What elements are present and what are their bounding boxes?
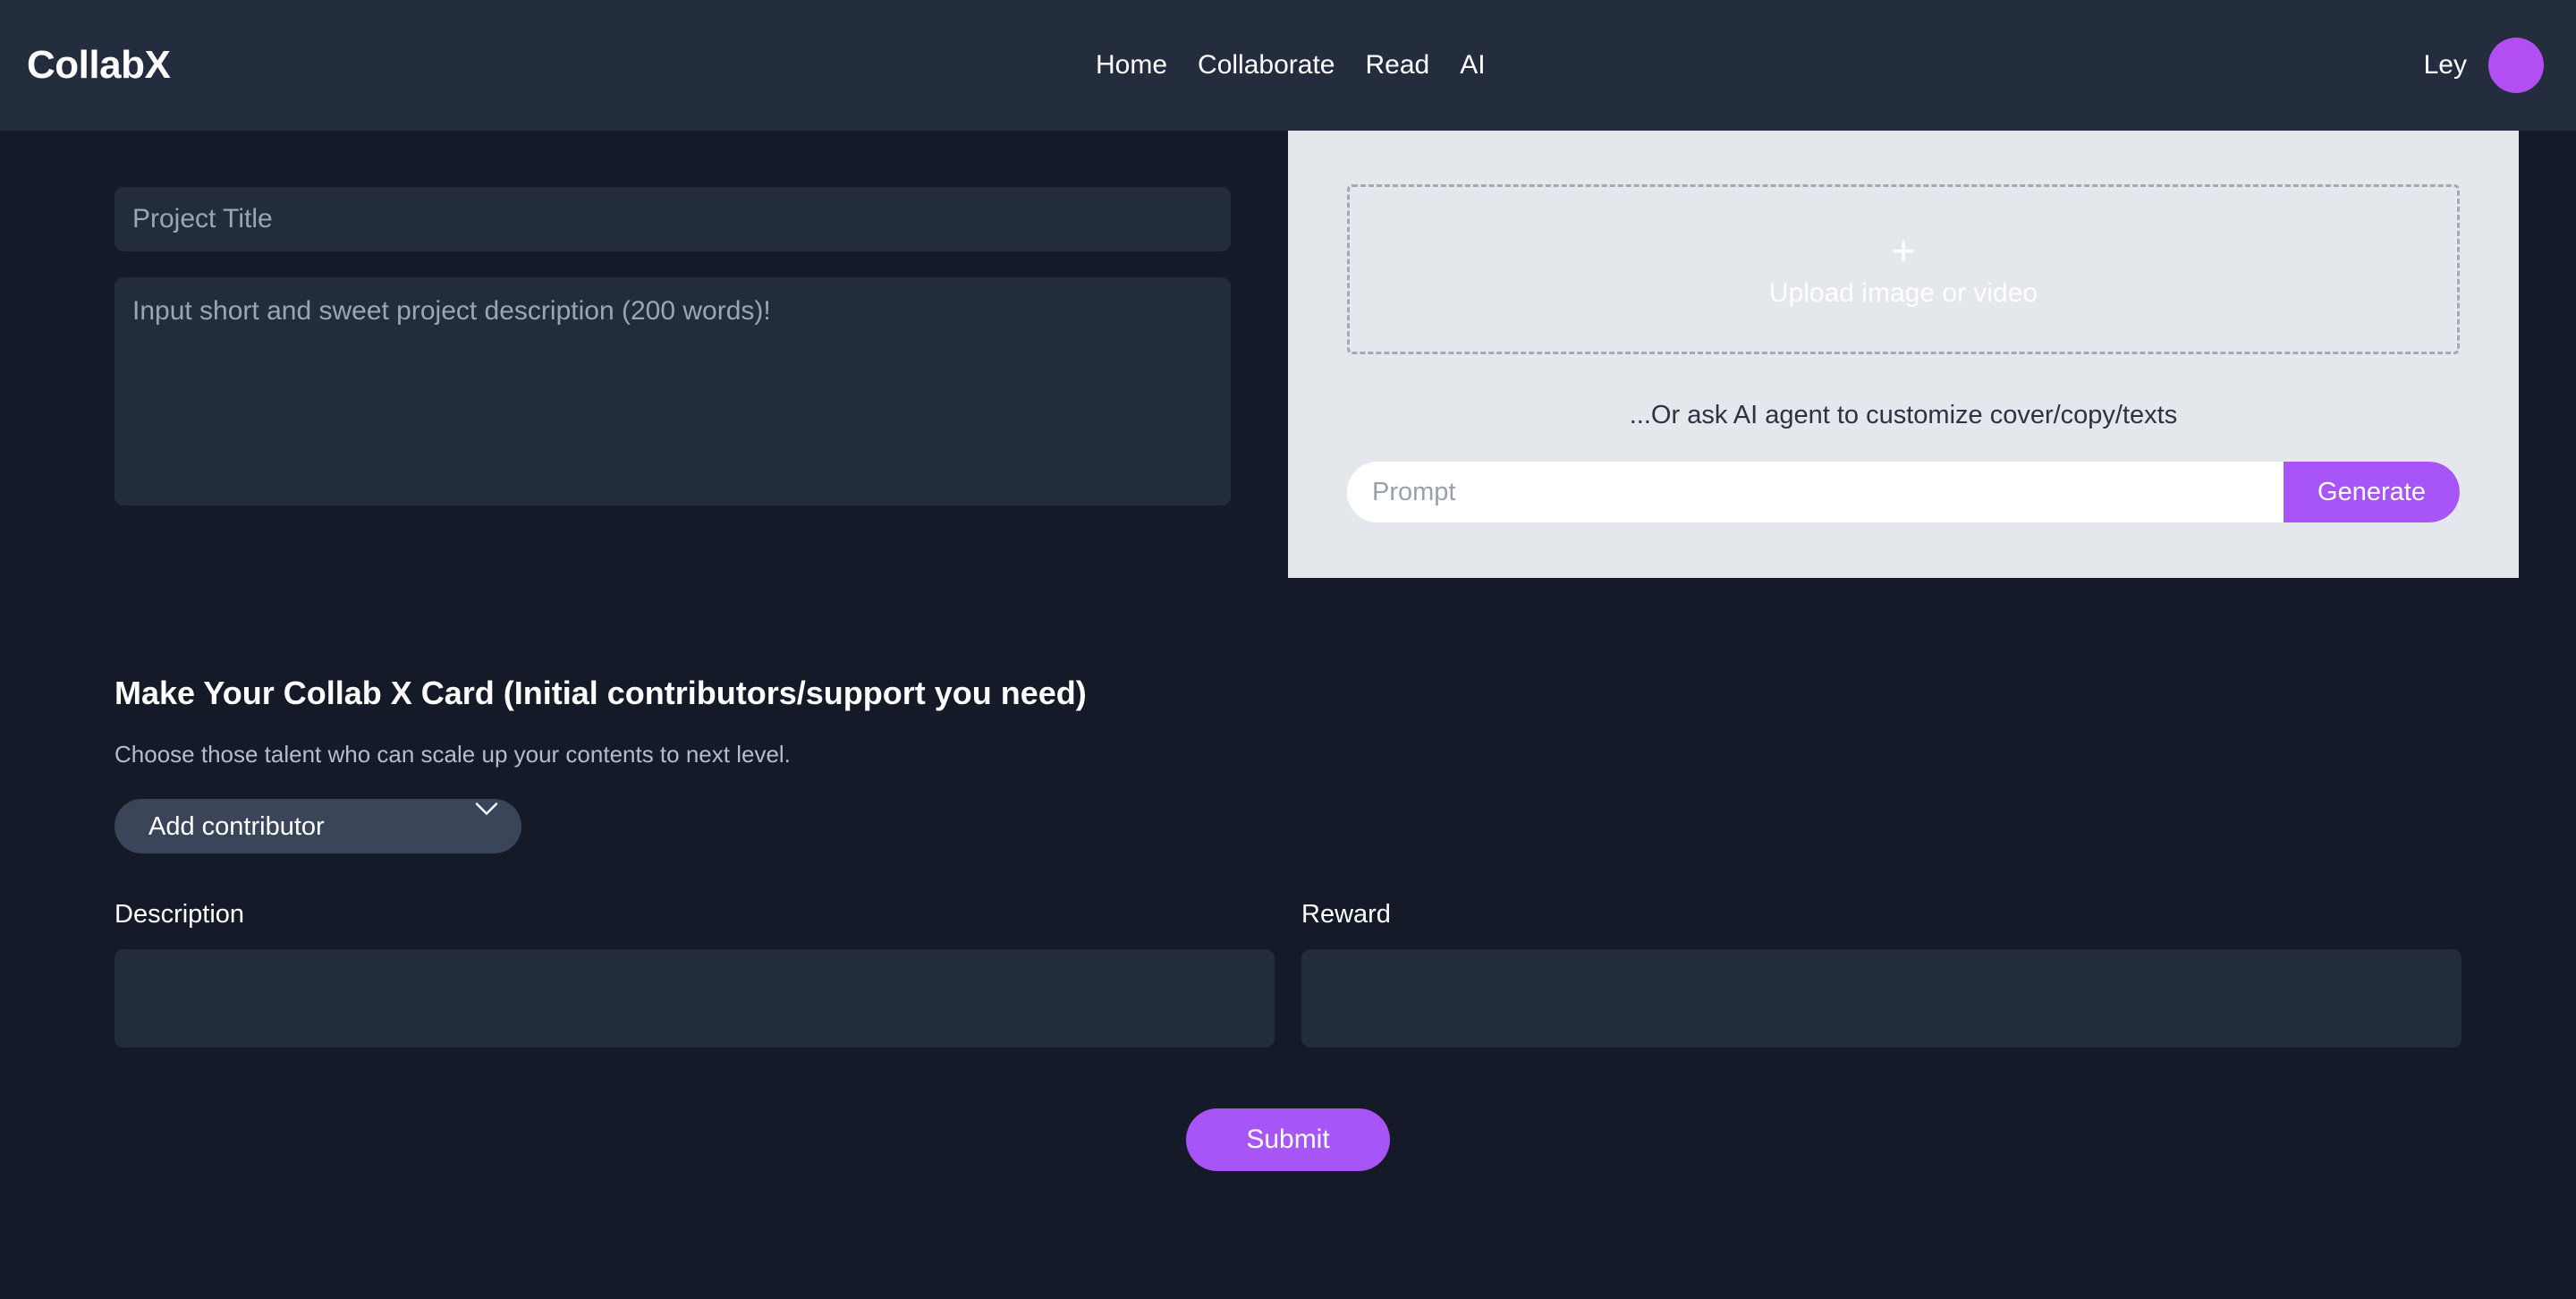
- project-form: [114, 187, 1231, 510]
- generate-button[interactable]: Generate: [2284, 462, 2460, 522]
- nav-item-read[interactable]: Read: [1365, 50, 1429, 81]
- nav-item-home[interactable]: Home: [1096, 50, 1167, 81]
- description-field-group: Description: [114, 900, 1275, 1052]
- nav-item-ai[interactable]: AI: [1460, 50, 1485, 81]
- description-input[interactable]: [114, 949, 1275, 1048]
- upload-panel: + Upload image or video ...Or ask AI age…: [1288, 131, 2519, 578]
- prompt-input[interactable]: [1347, 462, 2284, 522]
- main-nav: Home Collaborate Read AI: [1096, 50, 1486, 81]
- collab-card-section: Make Your Collab X Card (Initial contrib…: [0, 675, 2576, 1171]
- upload-dropzone-label: Upload image or video: [1768, 278, 2038, 308]
- add-contributor-select[interactable]: Add contributor: [114, 799, 521, 853]
- nav-item-collaborate[interactable]: Collaborate: [1198, 50, 1335, 81]
- project-title-input[interactable]: [114, 187, 1231, 251]
- submit-button[interactable]: Submit: [1186, 1108, 1390, 1171]
- brand-logo[interactable]: CollabX: [27, 43, 171, 88]
- description-label: Description: [114, 900, 245, 929]
- reward-field-group: Reward: [1301, 900, 2462, 1052]
- top-row: + Upload image or video ...Or ask AI age…: [0, 131, 2576, 578]
- plus-icon: +: [1891, 227, 1916, 274]
- reward-input[interactable]: [1301, 949, 2462, 1048]
- avatar[interactable]: [2488, 38, 2544, 93]
- upload-dropzone[interactable]: + Upload image or video: [1347, 184, 2460, 354]
- user-name: Ley: [2423, 50, 2467, 80]
- project-description-textarea[interactable]: [114, 277, 1231, 505]
- section-title: Make Your Collab X Card (Initial contrib…: [114, 675, 1087, 711]
- description-reward-row: Description Reward: [114, 900, 2462, 1052]
- contributor-select-wrap: Add contributor: [114, 768, 521, 853]
- section-subtitle: Choose those talent who can scale up you…: [114, 741, 791, 768]
- submit-row: Submit: [114, 1108, 2462, 1171]
- prompt-row: Generate: [1347, 462, 2460, 522]
- reward-label: Reward: [1301, 900, 1391, 929]
- app-header: CollabX Home Collaborate Read AI Ley: [0, 0, 2576, 131]
- user-area[interactable]: Ley: [2424, 38, 2544, 93]
- main-content: + Upload image or video ...Or ask AI age…: [0, 131, 2576, 1171]
- ai-hint-text: ...Or ask AI agent to customize cover/co…: [1629, 401, 2178, 429]
